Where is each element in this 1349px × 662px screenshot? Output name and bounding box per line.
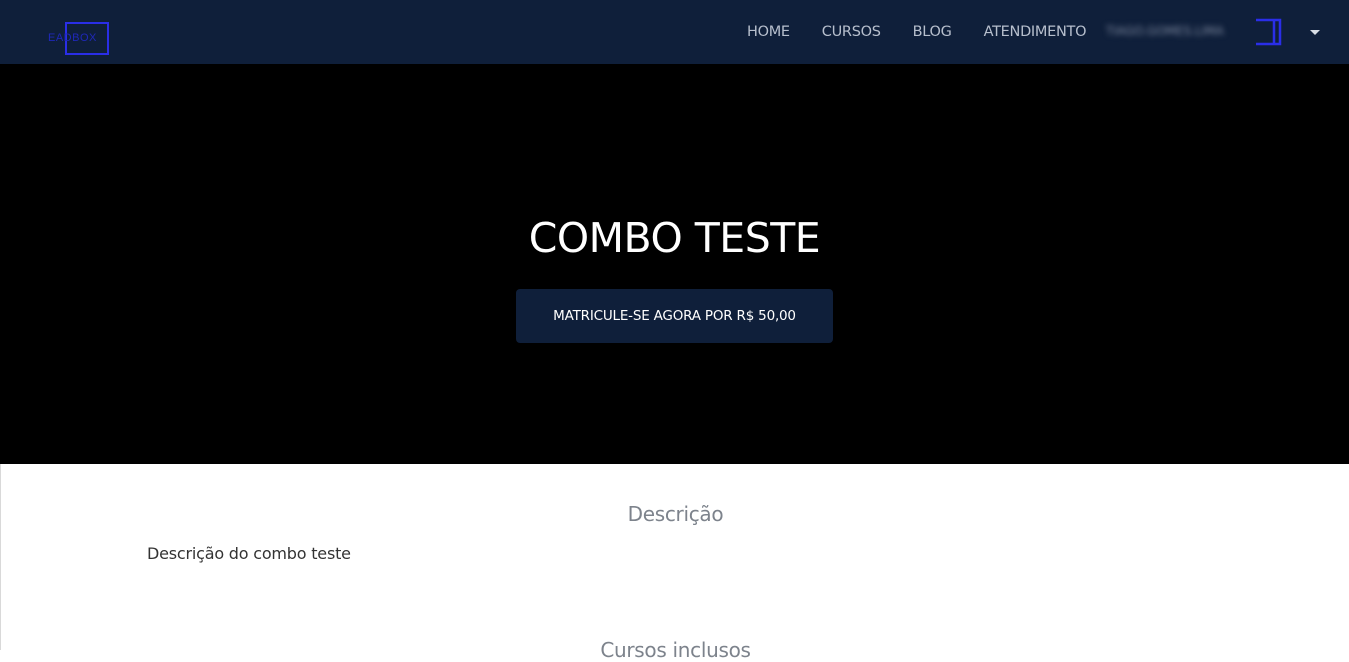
page-title: COMBO TESTE [528,214,821,262]
user-avatar-icon[interactable] [1252,18,1284,46]
hero-banner: COMBO TESTE MATRICULE-SE AGORA POR R$ 50… [0,64,1349,464]
brand-logo[interactable]: EADBOX [48,22,110,56]
caret-down-icon[interactable] [1310,30,1320,35]
content-area: Descrição Descrição do combo teste Curso… [0,464,1349,662]
nav-support-link[interactable]: ATENDIMENTO [968,24,1103,40]
description-text: Descrição do combo teste [147,544,351,563]
courses-heading: Cursos inclusos [600,638,751,662]
top-navbar: EADBOX HOME CURSOS BLOG ATENDIMENTO TIAG… [0,0,1349,64]
enroll-button[interactable]: MATRICULE-SE AGORA POR R$ 50,00 [516,289,833,343]
nav-blog-link[interactable]: BLOG [897,24,968,40]
user-name[interactable]: TIAGO.GOMES.LIMA [1106,24,1224,38]
description-heading: Descrição [627,502,724,526]
main-nav: HOME CURSOS BLOG ATENDIMENTO [731,0,1102,64]
logo-text: EADBOX [48,32,97,44]
nav-courses-link[interactable]: CURSOS [806,24,897,40]
nav-home-link[interactable]: HOME [731,24,806,40]
